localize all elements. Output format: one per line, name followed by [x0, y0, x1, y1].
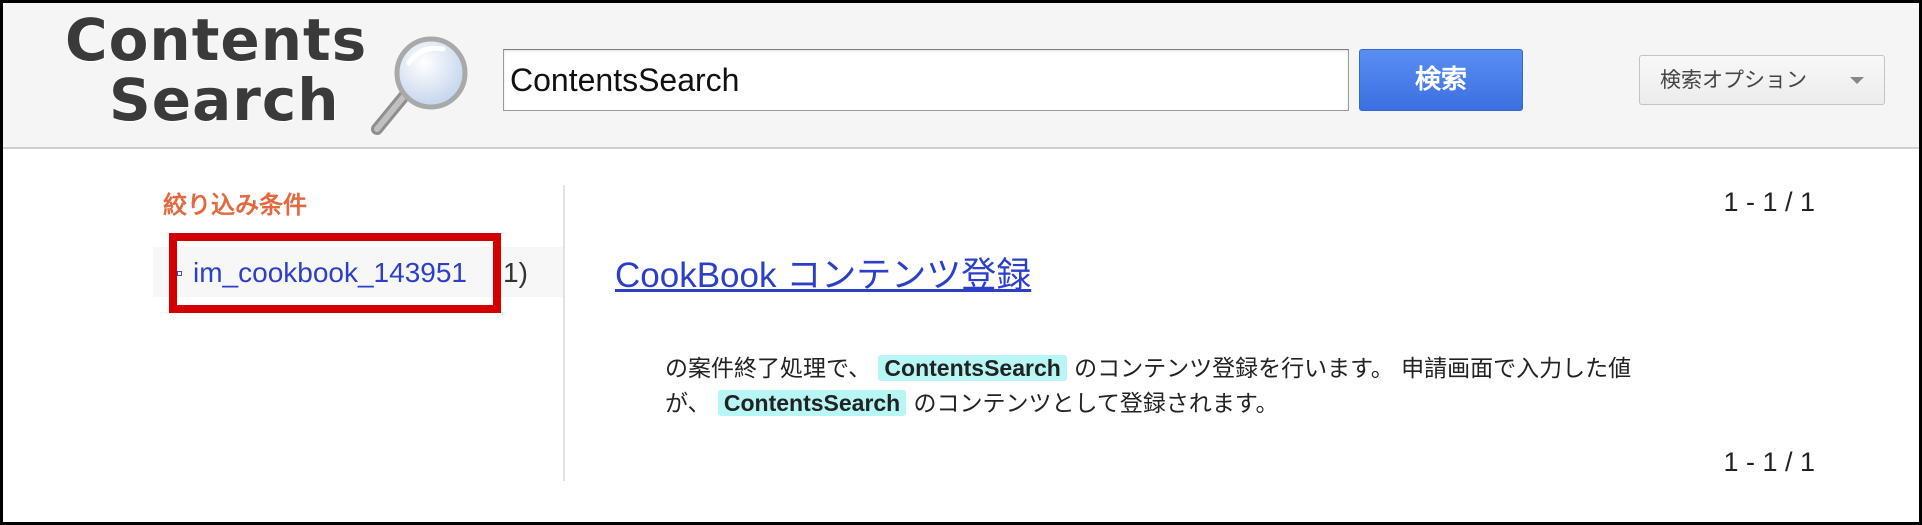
search-options-dropdown[interactable]: 検索オプション [1639, 55, 1885, 105]
search-button[interactable]: 検索 [1359, 49, 1523, 111]
logo-word-search: Search [109, 66, 340, 134]
facet-count: 1) [503, 257, 528, 288]
snippet-highlight: ContentsSearch [878, 355, 1067, 381]
pagination-bottom: 1 - 1 / 1 [1723, 447, 1815, 477]
result-title-link[interactable]: CookBook コンテンツ登録 [615, 247, 1031, 298]
annotation-highlight-box [169, 233, 501, 313]
pagination-top: 1 - 1 / 1 [1723, 187, 1815, 217]
snippet-text: の案件終了処理で、 [665, 356, 872, 382]
magnifier-icon [371, 36, 468, 135]
column-divider [563, 185, 565, 481]
snippet-text: のコンテンツとして登録されます。 [913, 391, 1279, 417]
snippet-highlight: ContentsSearch [717, 390, 907, 416]
snippet-text: のコンテンツ登録を行います。 申請画面で入力した値 [1074, 356, 1632, 382]
search-input[interactable]: ContentsSearch [503, 49, 1349, 111]
search-options-label: 検索オプション [1660, 68, 1807, 92]
chevron-down-icon [1850, 77, 1864, 84]
logo-word-contents: Contents [65, 6, 368, 74]
filter-title: 絞り込み条件 [163, 191, 307, 219]
result-snippet: の案件終了処理で、 ContentsSearch のコンテンツ登録を行います。 … [665, 351, 1805, 421]
contents-search-logo[interactable]: Contents Search [65, 6, 468, 137]
snippet-text: が、 [665, 391, 711, 417]
header-bar: Contents Search ContentsSearch 検索 検索オプショ… [3, 3, 1919, 149]
filter-sidebar: 絞り込み条件 im_cookbook_143951 1) [3, 151, 563, 481]
page-frame: Contents Search ContentsSearch 検索 検索オプショ… [0, 0, 1922, 525]
